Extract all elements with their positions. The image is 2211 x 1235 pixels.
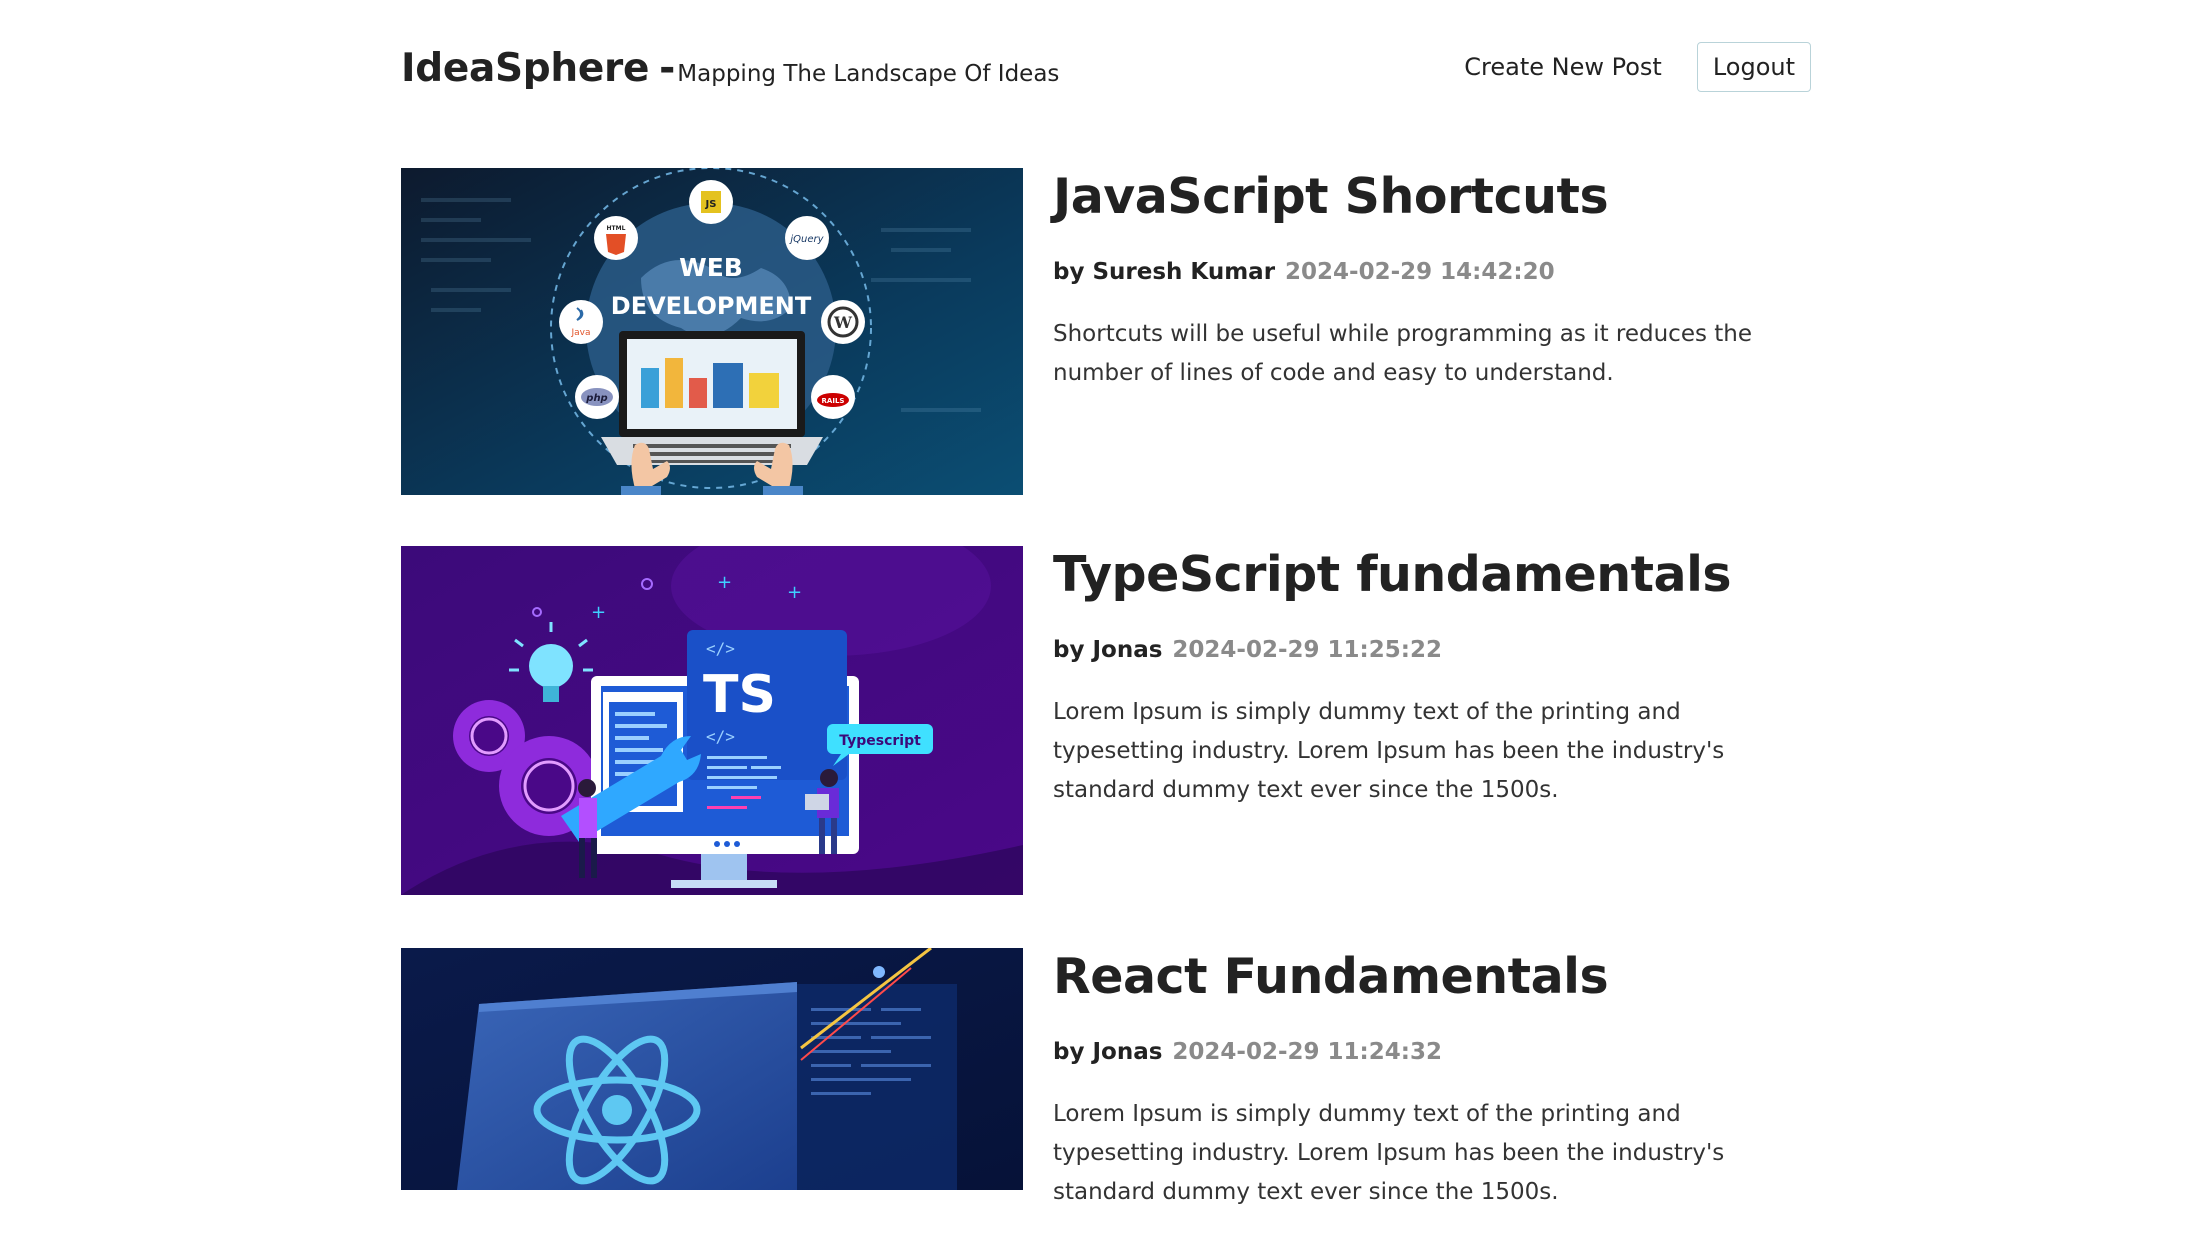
code-tag-bottom: </>: [706, 727, 735, 746]
svg-text:HTML: HTML: [607, 225, 626, 232]
post-date: 2024-02-29 14:42:20: [1285, 258, 1555, 285]
post-thumbnail[interactable]: [401, 948, 1023, 1190]
post-meta: by Jonas 2024-02-29 11:24:32: [1053, 1039, 1811, 1065]
brand-title[interactable]: IdeaSphere: [401, 46, 649, 91]
code-tag-top: </>: [706, 639, 735, 658]
svg-text:W: W: [833, 313, 853, 332]
main-nav: Create New Post Logout: [1464, 42, 1811, 92]
svg-text:RAILS: RAILS: [822, 397, 845, 405]
image-heading-line1: WEB: [679, 253, 743, 282]
brand-tagline: Mapping The Landscape Of Ideas: [677, 61, 1060, 87]
tech-badge-html: HTML: [594, 216, 638, 260]
post-title[interactable]: JavaScript Shortcuts: [1053, 168, 1811, 227]
post-content: JavaScript Shortcuts by Suresh Kumar 2024…: [1053, 168, 1811, 416]
svg-text:php: php: [585, 393, 607, 404]
brand-separator: -: [659, 46, 676, 91]
post-author: by Jonas: [1053, 636, 1163, 663]
post-content: TypeScript fundamentals by Jonas 2024-02-…: [1053, 546, 1811, 833]
web-development-illustration: WEB DEVELOPMENT JS HTML jQuery Java W ph…: [401, 168, 1023, 495]
create-post-link[interactable]: Create New Post: [1464, 53, 1662, 81]
post-meta: by Suresh Kumar 2024-02-29 14:42:20: [1053, 259, 1811, 285]
post-date: 2024-02-29 11:24:32: [1172, 1038, 1442, 1065]
tech-badge-jquery: jQuery: [785, 216, 829, 260]
svg-text:JS: JS: [705, 199, 717, 210]
post-thumbnail[interactable]: WEB DEVELOPMENT JS HTML jQuery Java W ph…: [401, 168, 1023, 495]
page-container: IdeaSphere -Mapping The Landscape Of Idea…: [401, 0, 1811, 1205]
post-summary: Lorem Ipsum is simply dummy text of the …: [1053, 1100, 1725, 1205]
post-card[interactable]: + + + </> TS </> Typescript TypeScript f…: [401, 546, 1811, 896]
tech-badge-php: php: [575, 375, 619, 419]
post-author: by Jonas: [1053, 1038, 1163, 1065]
logout-button[interactable]: Logout: [1696, 42, 1811, 92]
tech-badge-java: Java: [559, 300, 603, 344]
svg-text:+: +: [591, 602, 606, 623]
brand[interactable]: IdeaSphere -Mapping The Landscape Of Idea…: [401, 46, 1059, 91]
tech-badge-rails: RAILS: [811, 375, 855, 419]
post-date: 2024-02-29 11:25:22: [1172, 636, 1442, 663]
typescript-illustration: + + + </> TS </> Typescript: [401, 546, 1023, 895]
typescript-bubble: Typescript: [839, 733, 921, 749]
post-card[interactable]: React Fundamentals by Jonas 2024-02-29 11…: [401, 948, 1811, 1205]
post-card[interactable]: WEB DEVELOPMENT JS HTML jQuery Java W ph…: [401, 168, 1811, 498]
post-summary: Shortcuts will be useful while programmi…: [1053, 320, 1753, 386]
post-thumbnail[interactable]: + + + </> TS </> Typescript: [401, 546, 1023, 895]
site-header: IdeaSphere -Mapping The Landscape Of Idea…: [401, 0, 1811, 130]
post-title[interactable]: React Fundamentals: [1053, 948, 1811, 1007]
svg-text:Java: Java: [570, 328, 590, 338]
svg-text:jQuery: jQuery: [788, 234, 824, 245]
svg-text:+: +: [717, 572, 732, 593]
post-meta: by Jonas 2024-02-29 11:25:22: [1053, 637, 1811, 663]
tech-badge-js: JS: [689, 180, 733, 224]
wordpress-icon: W: [821, 300, 865, 344]
image-heading-line2: DEVELOPMENT: [611, 292, 812, 320]
post-content: React Fundamentals by Jonas 2024-02-29 11…: [1053, 948, 1811, 1235]
svg-text:+: +: [787, 582, 802, 603]
post-title[interactable]: TypeScript fundamentals: [1053, 546, 1811, 605]
post-summary: Lorem Ipsum is simply dummy text of the …: [1053, 698, 1725, 803]
react-illustration: [401, 948, 1023, 1190]
post-author: by Suresh Kumar: [1053, 258, 1276, 285]
ts-label: TS: [703, 665, 776, 725]
